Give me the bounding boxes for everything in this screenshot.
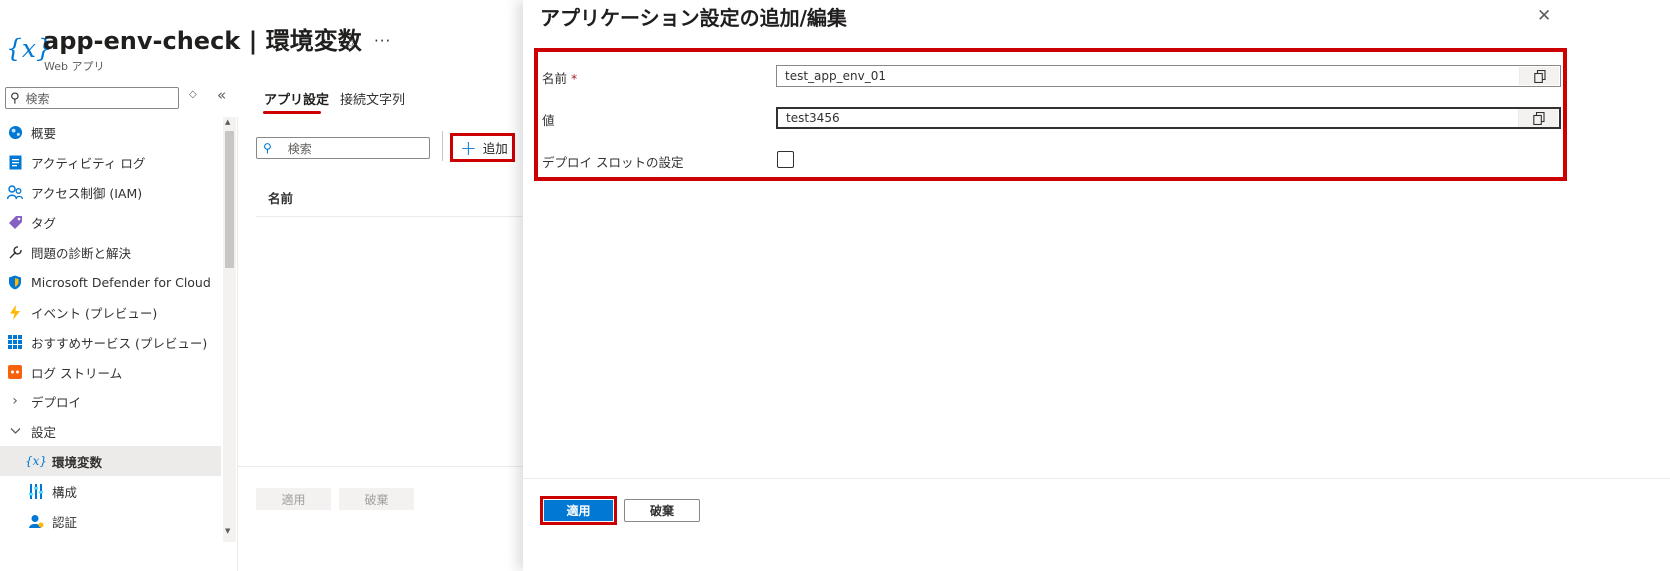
main-search-placeholder: 検索 — [287, 141, 312, 156]
sidebar-item-authentication[interactable]: 認証 — [0, 506, 221, 536]
copy-icon[interactable] — [1519, 67, 1559, 85]
sidebar-item-iam[interactable]: アクセス制御 (IAM) — [0, 177, 221, 207]
value-field[interactable] — [776, 107, 1561, 129]
tab-selected-indicator — [263, 111, 321, 114]
sidebar-item-label: 環境変数 — [52, 454, 103, 470]
shield-icon — [7, 274, 23, 290]
sidebar-item-settings[interactable]: 設定 — [0, 416, 221, 446]
sidebar-item-defender[interactable]: Microsoft Defender for Cloud — [0, 267, 221, 297]
iam-people-icon — [7, 184, 23, 200]
sidebar-item-label: アクセス制御 (IAM) — [31, 185, 143, 201]
sidebar-item-tags[interactable]: タグ — [0, 207, 221, 237]
sort-icon[interactable]: ◇ — [189, 89, 197, 100]
tag-icon — [7, 214, 23, 230]
chevron-right-icon: › — [12, 393, 18, 409]
sidebar-nav: 概要 アクティビティ ログ アクセス制御 (IAM) タグ 問題の診断と解決 M… — [0, 117, 221, 571]
sidebar-search-placeholder: 検索 — [25, 91, 50, 106]
env-variable-icon: {x} — [24, 454, 48, 468]
configuration-icon — [28, 483, 44, 499]
collapse-sidebar-icon[interactable]: « — [217, 86, 226, 104]
tab-app-settings[interactable]: アプリ設定 — [264, 89, 329, 108]
scroll-down-arrow-icon[interactable]: ▼ — [225, 527, 230, 535]
value-input[interactable] — [778, 109, 1518, 127]
search-icon: ⚲ — [263, 141, 272, 155]
sidebar-item-recommended-services[interactable]: おすすめサービス (プレビュー) — [0, 327, 221, 357]
log-stream-icon — [7, 364, 23, 380]
authentication-icon — [28, 513, 44, 529]
sidebar-item-deploy[interactable]: › デプロイ — [0, 386, 221, 416]
table-header-divider — [256, 216, 522, 217]
sidebar-search-input[interactable]: ⚲ 検索 — [5, 87, 179, 109]
name-label-text: 名前 — [542, 71, 568, 86]
add-button[interactable]: + 追加 — [450, 133, 515, 162]
copy-icon[interactable] — [1518, 109, 1558, 127]
sidebar-item-label: 設定 — [31, 424, 57, 440]
overview-globe-icon — [7, 124, 23, 140]
apply-button-label: 適用 — [544, 500, 613, 521]
name-field[interactable] — [776, 65, 1561, 87]
sidebar-item-log-stream[interactable]: ログ ストリーム — [0, 357, 221, 387]
value-field-label: 値 — [542, 113, 555, 128]
search-icon: ⚲ — [10, 90, 20, 106]
deployment-slot-setting-label: デプロイ スロットの設定 — [542, 155, 684, 170]
main-footer-divider — [237, 466, 523, 467]
panel-title: アプリケーション設定の追加/編集 — [540, 6, 847, 30]
sidebar-item-configuration[interactable]: 構成 — [0, 476, 221, 506]
main-apply-button[interactable]: 適用 — [256, 488, 331, 510]
sidebar-item-label: 構成 — [52, 484, 78, 500]
sidebar-item-label: デプロイ — [31, 394, 82, 410]
sidebar-item-label: 問題の診断と解決 — [31, 245, 132, 261]
main-search-input[interactable]: ⚲ 検索 — [256, 137, 430, 159]
sidebar-item-label: Microsoft Defender for Cloud — [31, 274, 211, 290]
sidebar-item-overview[interactable]: 概要 — [0, 117, 221, 147]
sidebar-item-label: イベント (プレビュー) — [31, 305, 158, 321]
name-field-label: 名前 * — [542, 68, 577, 87]
sidebar-divider — [237, 117, 238, 571]
star-icon[interactable]: ☆ — [343, 33, 357, 52]
scroll-up-arrow-icon[interactable]: ▲ — [225, 118, 230, 126]
chevron-down-icon — [7, 423, 23, 439]
apply-button[interactable]: 適用 — [540, 496, 617, 525]
column-header-name[interactable]: 名前 — [268, 188, 293, 207]
sidebar-item-events[interactable]: イベント (プレビュー) — [0, 297, 221, 327]
sidebar-item-label: タグ — [31, 215, 57, 231]
page-subtitle: Web アプリ — [44, 60, 105, 73]
name-input[interactable] — [777, 66, 1519, 86]
sidebar-item-environment-variables[interactable]: {x} 環境変数 — [0, 446, 221, 476]
add-button-label: 追加 — [482, 141, 508, 156]
close-icon[interactable]: ✕ — [1537, 6, 1551, 26]
toolbar-divider — [442, 131, 443, 161]
sidebar-item-label: ログ ストリーム — [31, 365, 123, 381]
grid-icon — [7, 334, 23, 350]
tab-connection-strings[interactable]: 接続文字列 — [340, 89, 405, 108]
panel-footer-divider — [523, 478, 1670, 479]
main-discard-button[interactable]: 破棄 — [339, 488, 414, 510]
sidebar-item-diagnose[interactable]: 問題の診断と解決 — [0, 237, 221, 267]
sidebar-item-label: 認証 — [52, 514, 78, 530]
lightning-icon — [7, 304, 23, 320]
deployment-slot-setting-checkbox[interactable] — [777, 151, 794, 168]
more-options-icon[interactable]: ··· — [374, 32, 391, 50]
sidebar-scrollbar-thumb[interactable] — [225, 131, 234, 268]
sidebar-item-label: おすすめサービス (プレビュー) — [31, 335, 208, 351]
plus-icon: + — [460, 135, 477, 160]
page-title: app-env-check | 環境変数 — [43, 27, 362, 55]
sidebar-item-activity-log[interactable]: アクティビティ ログ — [0, 147, 221, 177]
sidebar-item-label: 概要 — [31, 125, 57, 141]
discard-button[interactable]: 破棄 — [624, 499, 700, 522]
activity-log-icon — [7, 154, 23, 170]
required-mark: * — [571, 71, 578, 86]
wrench-icon — [7, 244, 23, 260]
sidebar-item-label: アクティビティ ログ — [31, 155, 146, 171]
